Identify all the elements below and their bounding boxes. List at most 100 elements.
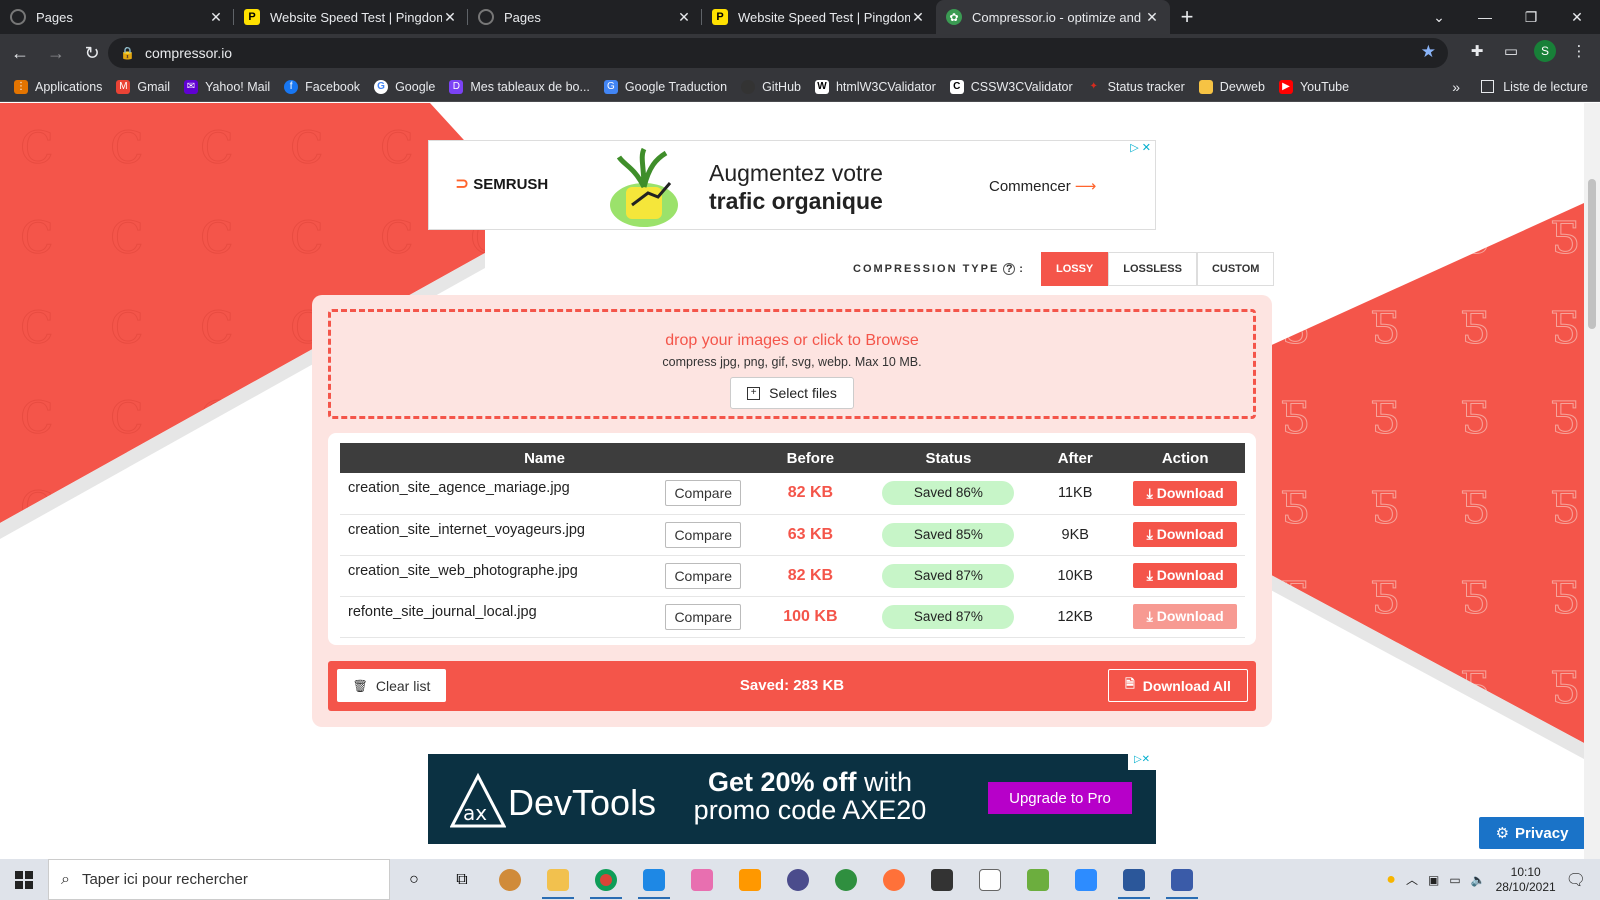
- sublime-icon[interactable]: [726, 859, 774, 900]
- close-tab-icon[interactable]: ✕: [676, 9, 692, 26]
- adchoices-icon[interactable]: ▷ ✕: [1130, 141, 1151, 154]
- menu-icon[interactable]: ⋮: [1568, 42, 1590, 60]
- devtools-ad-banner[interactable]: ax DevTools Get 20% off with promo code A…: [428, 754, 1156, 844]
- file-explorer-icon[interactable]: [534, 859, 582, 900]
- compare-button[interactable]: Compare: [665, 603, 742, 630]
- bookmark-facebook[interactable]: f Facebook: [284, 79, 360, 94]
- back-button[interactable]: ←: [4, 37, 36, 69]
- compare-button[interactable]: Compare: [665, 562, 742, 589]
- download-button[interactable]: ⤓ Download: [1133, 480, 1238, 506]
- close-tab-icon[interactable]: ✕: [1144, 9, 1160, 26]
- task-view-icon[interactable]: ⧉: [438, 859, 486, 900]
- semrush-ad-banner[interactable]: ⊃ SEMRUSH Augmentez votre trafic organiqu…: [428, 140, 1156, 230]
- download-button[interactable]: ⤓ Download: [1133, 522, 1238, 547]
- dropzone[interactable]: drop your images or click to Browse comp…: [328, 309, 1256, 419]
- word-icon[interactable]: [1110, 859, 1158, 900]
- clock[interactable]: 10:10 28/10/2021: [1496, 865, 1556, 895]
- page-content: C Ƽ ⊃SEMRUSH Augmentez votre trafic orga…: [0, 103, 1584, 859]
- bookmark-youtube[interactable]: ▶ YouTube: [1278, 79, 1349, 94]
- page-scrollbar[interactable]: [1584, 103, 1600, 859]
- bookmark-yahoo-mail[interactable]: ✉ Yahoo! Mail: [184, 79, 270, 94]
- bookmark-css-validator[interactable]: C CSSW3CValidator: [949, 79, 1073, 94]
- privacy-button[interactable]: ⚙ Privacy: [1479, 817, 1584, 849]
- app-icon-3[interactable]: [774, 859, 822, 900]
- download-button[interactable]: ⤓ Download: [1133, 563, 1238, 588]
- select-files-button[interactable]: + Select files: [730, 377, 854, 409]
- bookmark-dashboard[interactable]: D Mes tableaux de bo...: [449, 79, 590, 94]
- windows-icon: [15, 870, 33, 889]
- store-icon[interactable]: [918, 859, 966, 900]
- firefox-icon[interactable]: [870, 859, 918, 900]
- tab-pingdom-1[interactable]: P Website Speed Test | Pingdom To ✕: [234, 0, 468, 34]
- download-button[interactable]: ⤓ Download: [1133, 604, 1238, 629]
- vscode-icon[interactable]: [630, 859, 678, 900]
- close-tab-icon[interactable]: ✕: [208, 9, 224, 26]
- ad-cta[interactable]: Commencer ⟶: [989, 177, 1096, 195]
- pingdom-icon: P: [712, 9, 728, 25]
- file-name: creation_site_internet_voyageurs.jpg Comp…: [340, 514, 750, 556]
- bookmark-star-icon[interactable]: ★: [1421, 42, 1436, 62]
- bookmark-translate[interactable]: G Google Traduction: [603, 79, 727, 94]
- zoom-icon[interactable]: [1062, 859, 1110, 900]
- url-text: compressor.io: [144, 45, 233, 61]
- bookmark-devweb[interactable]: Devweb: [1198, 79, 1265, 94]
- facebook-icon: f: [284, 79, 299, 94]
- compare-button[interactable]: Compare: [665, 480, 742, 507]
- tab-pages-2[interactable]: Pages ✕: [468, 0, 702, 34]
- bookmark-html-validator[interactable]: WhtmlW3CValidator: [814, 79, 936, 94]
- forward-button[interactable]: →: [40, 37, 72, 69]
- start-button[interactable]: [0, 859, 48, 900]
- custom-button[interactable]: CUSTOM: [1196, 252, 1275, 286]
- download-icon: ⤓: [1146, 608, 1157, 624]
- address-bar[interactable]: 🔒 compressor.io ★: [108, 38, 1448, 68]
- close-tab-icon[interactable]: ✕: [910, 9, 926, 26]
- reload-button[interactable]: ↻: [76, 37, 108, 69]
- download-icon: ⤓: [1146, 567, 1157, 583]
- app-icon-4[interactable]: [822, 859, 870, 900]
- volume-icon[interactable]: 🔈: [1471, 873, 1486, 887]
- weather-icon[interactable]: ●: [1386, 871, 1396, 889]
- taskbar-search[interactable]: ⌕ Taper ici pour rechercher: [48, 859, 390, 900]
- scrollbar-thumb[interactable]: [1588, 179, 1596, 329]
- bookmark-applications[interactable]: ⋮ Applications: [14, 79, 102, 94]
- chrome-icon[interactable]: [582, 859, 630, 900]
- tab-pages-1[interactable]: Pages ✕: [0, 0, 234, 34]
- compare-button[interactable]: Compare: [665, 521, 742, 548]
- download-all-button[interactable]: 🗎 Download All: [1108, 669, 1248, 702]
- extensions-icon[interactable]: ✚: [1466, 42, 1488, 60]
- battery-icon[interactable]: ▭: [1449, 873, 1460, 887]
- reading-list[interactable]: Liste de lecture: [1481, 80, 1588, 94]
- bookmark-github[interactable]: GitHub: [741, 79, 801, 94]
- notification-icon[interactable]: 🗨: [1566, 870, 1586, 890]
- status-badge: Saved 87%: [882, 604, 1015, 629]
- upgrade-button[interactable]: Upgrade to Pro: [988, 782, 1132, 814]
- bookmark-google[interactable]: G Google: [374, 79, 435, 94]
- more-bookmarks-icon[interactable]: »: [1452, 79, 1460, 95]
- app-icon-5[interactable]: [1014, 859, 1062, 900]
- close-tab-icon[interactable]: ✕: [442, 9, 458, 26]
- chevron-up-icon[interactable]: ︿: [1406, 871, 1418, 888]
- adchoices-icon[interactable]: ▷✕: [1128, 754, 1156, 770]
- maximize-button[interactable]: ❐: [1508, 0, 1554, 34]
- bookmark-status-tracker[interactable]: ✦ Status tracker: [1087, 80, 1184, 94]
- lossy-button[interactable]: LOSSY: [1040, 252, 1109, 286]
- lossless-button[interactable]: LOSSLESS: [1108, 252, 1197, 286]
- network-icon[interactable]: ▣: [1428, 873, 1439, 887]
- tab-pingdom-2[interactable]: P Website Speed Test | Pingdom To ✕: [702, 0, 936, 34]
- notepad-icon[interactable]: [966, 859, 1014, 900]
- tab-compressor[interactable]: ✿ Compressor.io - optimize and co ✕: [936, 0, 1170, 34]
- cortana-icon[interactable]: ○: [390, 859, 438, 900]
- minimize-button[interactable]: —: [1462, 0, 1508, 34]
- clear-list-button[interactable]: 🗑 Clear list: [337, 669, 446, 702]
- tab-search-icon[interactable]: ⌄: [1416, 0, 1462, 34]
- bookmark-gmail[interactable]: M Gmail: [116, 79, 170, 94]
- profile-avatar[interactable]: S: [1534, 40, 1556, 62]
- app-icon-6[interactable]: [1158, 859, 1206, 900]
- new-tab-button[interactable]: +: [1170, 0, 1204, 34]
- help-icon[interactable]: ?: [1003, 263, 1016, 275]
- cast-icon[interactable]: ▭: [1500, 42, 1522, 60]
- app-icon-2[interactable]: [678, 859, 726, 900]
- app-icon-1[interactable]: [486, 859, 534, 900]
- lock-icon: 🔒: [120, 46, 135, 60]
- close-window-button[interactable]: ✕: [1554, 0, 1600, 34]
